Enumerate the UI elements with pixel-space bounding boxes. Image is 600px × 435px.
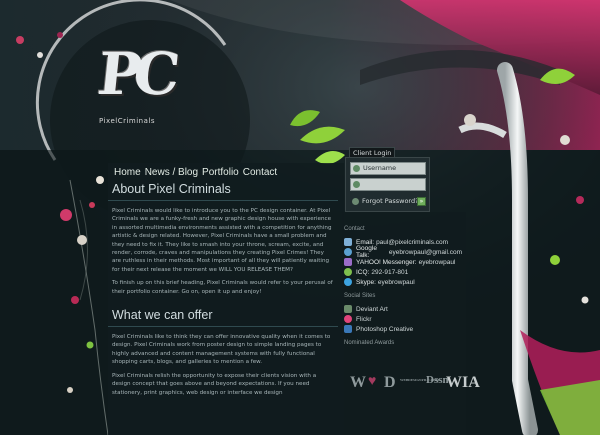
nav-contact[interactable]: Contact bbox=[241, 166, 279, 179]
award-logo[interactable]: ♥ bbox=[368, 374, 376, 390]
contact-row-google-talk[interactable]: Google Talk: eyebrowpaul@gmail.com bbox=[344, 245, 462, 259]
contact-value[interactable]: eyebrowpaul bbox=[378, 279, 415, 286]
deviantart-icon bbox=[344, 305, 352, 313]
contact-value[interactable]: 292-917-801 bbox=[371, 269, 408, 276]
contact-row-skype[interactable]: Skype: eyebrowpaul bbox=[344, 277, 462, 287]
social-label[interactable]: Photoshop Creative bbox=[356, 326, 413, 333]
contact-row-yahoo[interactable]: YAHOO! Messenger: eyebrowpaul bbox=[344, 257, 462, 267]
offer-paragraph: Pixel Criminals like to think they can o… bbox=[112, 334, 331, 366]
nav-home[interactable]: Home bbox=[112, 166, 143, 179]
social-heading: Social Sites bbox=[344, 293, 376, 299]
about-paragraph: To finish up on this brief heading, Pixe… bbox=[112, 280, 333, 295]
about-heading: About Pixel Criminals bbox=[108, 180, 338, 201]
username-value: Username bbox=[363, 164, 397, 172]
skype-icon bbox=[344, 278, 352, 286]
social-link-flickr[interactable]: Flickr bbox=[344, 314, 462, 324]
contact-row-icq[interactable]: ICQ: 292-917-801 bbox=[344, 267, 462, 277]
about-paragraph: Pixel Criminals would like to introduce … bbox=[112, 208, 332, 273]
nav-portfolio[interactable]: Portfolio bbox=[200, 166, 241, 179]
contact-heading: Contact bbox=[344, 226, 365, 232]
username-field[interactable]: Username bbox=[350, 162, 426, 175]
awards-heading: Nominated Awards bbox=[344, 340, 395, 346]
contact-label: Skype: bbox=[356, 278, 376, 286]
google-talk-icon bbox=[344, 248, 352, 256]
contact-label: YAHOO! Messenger: bbox=[356, 258, 417, 266]
award-logo[interactable]: WIA bbox=[446, 374, 480, 392]
contact-label: Google Talk: bbox=[356, 245, 377, 259]
social-label[interactable]: Deviant Art bbox=[356, 306, 388, 313]
contact-value[interactable]: eyebrowpaul@gmail.com bbox=[389, 249, 462, 256]
password-field[interactable] bbox=[350, 178, 426, 191]
social-link-deviantart[interactable]: Deviant Art bbox=[344, 304, 462, 314]
awards-logos: W ♥ D WEBDESIGNFILE.COM Dssn WIA bbox=[348, 372, 480, 396]
client-login-box: Username Forgot Password? » bbox=[345, 157, 430, 212]
nav-news-blog[interactable]: News / Blog bbox=[143, 166, 200, 179]
logo-text[interactable]: PC bbox=[94, 40, 175, 108]
photoshop-icon bbox=[344, 325, 352, 333]
award-logo[interactable]: W bbox=[350, 374, 366, 392]
social-link-photoshop-creative[interactable]: Photoshop Creative bbox=[344, 324, 462, 334]
flickr-icon bbox=[344, 315, 352, 323]
contact-value[interactable]: eyebrowpaul bbox=[419, 259, 456, 266]
question-icon bbox=[352, 198, 359, 205]
key-icon bbox=[353, 181, 360, 188]
logo-tagline: PixelCriminals bbox=[99, 117, 155, 125]
icq-icon bbox=[344, 268, 352, 276]
forgot-password-link[interactable]: Forgot Password? bbox=[362, 197, 419, 205]
user-icon bbox=[353, 165, 360, 172]
award-logo[interactable]: D bbox=[384, 374, 396, 392]
login-submit-button[interactable]: » bbox=[417, 197, 426, 206]
offer-heading: What we can offer bbox=[108, 306, 338, 328]
sidebar: Contact Email: paul@pixelcriminals.com G… bbox=[344, 220, 462, 351]
forgot-password-row: Forgot Password? » bbox=[350, 195, 426, 208]
social-label[interactable]: Flickr bbox=[356, 316, 372, 323]
yahoo-icon bbox=[344, 258, 352, 266]
email-icon bbox=[344, 238, 352, 246]
main-nav: Home News / Blog Portfolio Contact bbox=[112, 166, 279, 179]
main-content: About Pixel Criminals Pixel Criminals wo… bbox=[108, 180, 338, 435]
offer-paragraph: Pixel Criminals relish the opportunity t… bbox=[112, 372, 317, 396]
contact-label: ICQ: bbox=[356, 268, 370, 276]
